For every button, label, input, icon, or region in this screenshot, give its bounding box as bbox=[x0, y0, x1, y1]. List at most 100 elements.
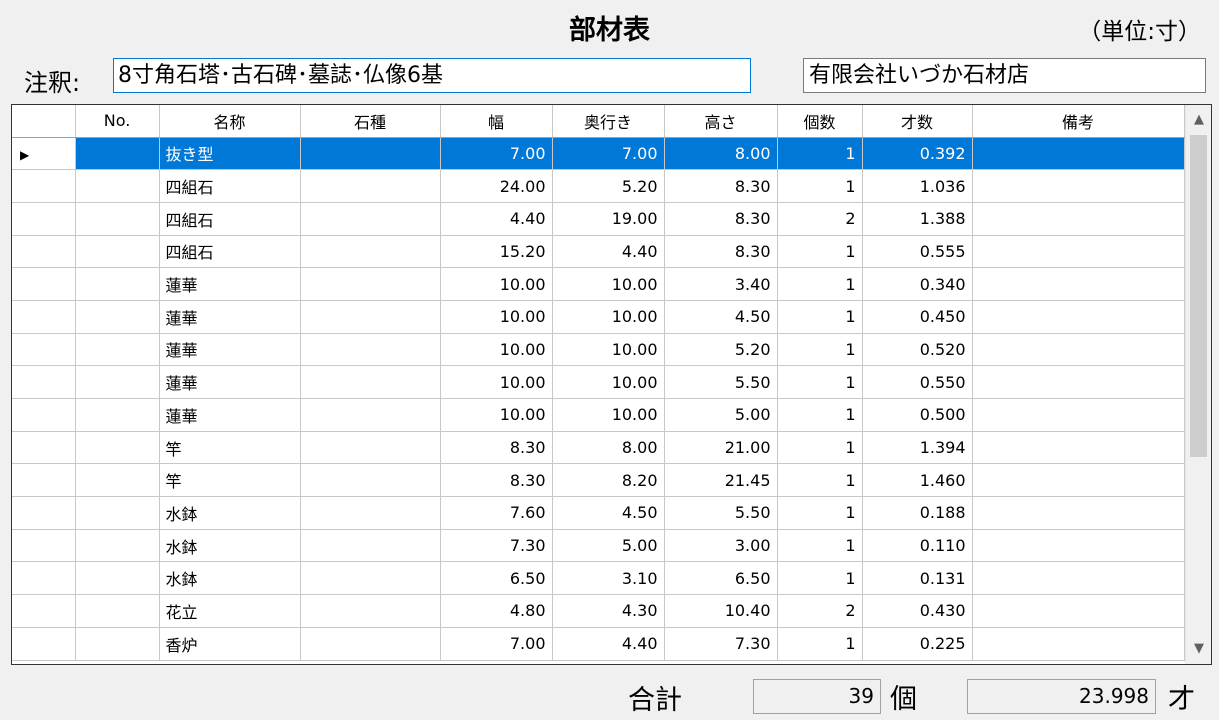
cell-name[interactable]: 抜き型 bbox=[159, 137, 301, 171]
cell-height[interactable]: 5.50 bbox=[664, 496, 778, 530]
scroll-thumb[interactable] bbox=[1190, 135, 1207, 457]
cell-depth[interactable]: 8.00 bbox=[552, 431, 665, 465]
cell-no[interactable] bbox=[75, 594, 160, 628]
cell-count[interactable]: 1 bbox=[777, 333, 863, 367]
cell-sai[interactable]: 0.555 bbox=[862, 235, 973, 269]
cell-height[interactable]: 8.30 bbox=[664, 235, 778, 269]
cell-count[interactable]: 1 bbox=[777, 137, 863, 171]
cell-width[interactable]: 24.00 bbox=[440, 169, 553, 203]
scroll-up-icon[interactable]: ▲ bbox=[1186, 105, 1211, 135]
cell-depth[interactable]: 10.00 bbox=[552, 365, 665, 399]
cell-width[interactable]: 7.00 bbox=[440, 627, 553, 661]
cell-no[interactable] bbox=[75, 627, 160, 661]
cell-name[interactable]: 水鉢 bbox=[159, 496, 301, 530]
cell-width[interactable]: 6.50 bbox=[440, 561, 553, 596]
cell-no[interactable] bbox=[75, 333, 160, 367]
cell-height[interactable]: 6.50 bbox=[664, 561, 778, 596]
cell-note[interactable] bbox=[972, 398, 1185, 432]
cell-note[interactable] bbox=[972, 267, 1185, 301]
cell-count[interactable]: 1 bbox=[777, 463, 863, 498]
cell-depth[interactable]: 5.00 bbox=[552, 529, 665, 563]
cell-depth[interactable]: 3.10 bbox=[552, 561, 665, 596]
table-row[interactable]: 花立 4.80 4.30 10.40 2 0.430 bbox=[12, 594, 1185, 628]
table-row[interactable]: 蓮華 10.00 10.00 5.00 1 0.500 bbox=[12, 398, 1185, 432]
table-row[interactable]: 四組石 4.40 19.00 8.30 2 1.388 bbox=[12, 202, 1185, 236]
cell-no[interactable] bbox=[75, 365, 160, 399]
cell-note[interactable] bbox=[972, 365, 1185, 399]
cell-height[interactable]: 7.30 bbox=[664, 627, 778, 661]
column-header-height[interactable]: 高さ bbox=[664, 105, 778, 138]
cell-note[interactable] bbox=[972, 169, 1185, 203]
cell-name[interactable]: 蓮華 bbox=[159, 365, 301, 399]
cell-note[interactable] bbox=[972, 202, 1185, 236]
row-header[interactable] bbox=[12, 594, 76, 628]
cell-sai[interactable]: 0.392 bbox=[862, 137, 973, 171]
cell-sai[interactable]: 0.110 bbox=[862, 529, 973, 563]
cell-height[interactable]: 8.30 bbox=[664, 169, 778, 203]
cell-no[interactable] bbox=[75, 463, 160, 498]
cell-note[interactable] bbox=[972, 333, 1185, 367]
cell-count[interactable]: 1 bbox=[777, 561, 863, 596]
cell-name[interactable]: 四組石 bbox=[159, 235, 301, 269]
cell-stone[interactable] bbox=[300, 496, 441, 530]
cell-note[interactable] bbox=[972, 463, 1185, 498]
row-header[interactable] bbox=[12, 267, 76, 301]
cell-depth[interactable]: 4.30 bbox=[552, 594, 665, 628]
column-header-width[interactable]: 幅 bbox=[440, 105, 553, 138]
cell-width[interactable]: 10.00 bbox=[440, 300, 553, 334]
cell-note[interactable] bbox=[972, 529, 1185, 563]
cell-depth[interactable]: 10.00 bbox=[552, 333, 665, 367]
cell-name[interactable]: 蓮華 bbox=[159, 398, 301, 432]
column-header-count[interactable]: 個数 bbox=[777, 105, 863, 138]
cell-height[interactable]: 5.50 bbox=[664, 365, 778, 399]
cell-sai[interactable]: 1.460 bbox=[862, 463, 973, 498]
row-header[interactable] bbox=[12, 235, 76, 269]
cell-sai[interactable]: 1.036 bbox=[862, 169, 973, 203]
table-row[interactable]: 水鉢 7.60 4.50 5.50 1 0.188 bbox=[12, 496, 1185, 530]
cell-depth[interactable]: 19.00 bbox=[552, 202, 665, 236]
cell-count[interactable]: 1 bbox=[777, 496, 863, 530]
cell-name[interactable]: 竿 bbox=[159, 431, 301, 465]
cell-sai[interactable]: 0.450 bbox=[862, 300, 973, 334]
table-row[interactable]: ▶ 抜き型 7.00 7.00 8.00 1 0.392 bbox=[12, 137, 1185, 171]
cell-stone[interactable] bbox=[300, 463, 441, 498]
row-header[interactable] bbox=[12, 300, 76, 334]
column-header-name[interactable]: 名称 bbox=[159, 105, 301, 138]
cell-stone[interactable] bbox=[300, 202, 441, 236]
cell-stone[interactable] bbox=[300, 365, 441, 399]
cell-count[interactable]: 1 bbox=[777, 431, 863, 465]
table-row[interactable]: 蓮華 10.00 10.00 3.40 1 0.340 bbox=[12, 267, 1185, 301]
cell-stone[interactable] bbox=[300, 594, 441, 628]
cell-width[interactable]: 10.00 bbox=[440, 333, 553, 367]
cell-note[interactable] bbox=[972, 300, 1185, 334]
cell-height[interactable]: 21.00 bbox=[664, 431, 778, 465]
cell-width[interactable]: 10.00 bbox=[440, 365, 553, 399]
cell-height[interactable]: 4.50 bbox=[664, 300, 778, 334]
cell-width[interactable]: 4.40 bbox=[440, 202, 553, 236]
cell-height[interactable]: 8.30 bbox=[664, 202, 778, 236]
cell-sai[interactable]: 0.550 bbox=[862, 365, 973, 399]
cell-no[interactable] bbox=[75, 431, 160, 465]
cell-stone[interactable] bbox=[300, 235, 441, 269]
cell-width[interactable]: 7.60 bbox=[440, 496, 553, 530]
row-header[interactable] bbox=[12, 365, 76, 399]
scroll-down-icon[interactable]: ▼ bbox=[1186, 634, 1211, 664]
cell-count[interactable]: 2 bbox=[777, 202, 863, 236]
row-header[interactable]: ▶ bbox=[12, 137, 76, 171]
cell-width[interactable]: 7.30 bbox=[440, 529, 553, 563]
cell-width[interactable]: 15.20 bbox=[440, 235, 553, 269]
column-header-sai[interactable]: 才数 bbox=[862, 105, 973, 138]
cell-note[interactable] bbox=[972, 561, 1185, 596]
table-row[interactable]: 蓮華 10.00 10.00 5.20 1 0.520 bbox=[12, 333, 1185, 367]
table-row[interactable]: 水鉢 7.30 5.00 3.00 1 0.110 bbox=[12, 529, 1185, 563]
row-header[interactable] bbox=[12, 169, 76, 203]
cell-height[interactable]: 10.40 bbox=[664, 594, 778, 628]
cell-sai[interactable]: 0.131 bbox=[862, 561, 973, 596]
cell-count[interactable]: 1 bbox=[777, 267, 863, 301]
parts-grid[interactable]: No. 名称 石種 幅 奥行き 高さ 個数 才数 備考 ▶ 抜き型 7.00 7.00… bbox=[11, 104, 1212, 665]
cell-stone[interactable] bbox=[300, 398, 441, 432]
cell-no[interactable] bbox=[75, 169, 160, 203]
cell-stone[interactable] bbox=[300, 300, 441, 334]
note-input[interactable]: 8寸角石塔･古石碑･墓誌･仏像6基 bbox=[113, 58, 751, 93]
cell-depth[interactable]: 10.00 bbox=[552, 300, 665, 334]
